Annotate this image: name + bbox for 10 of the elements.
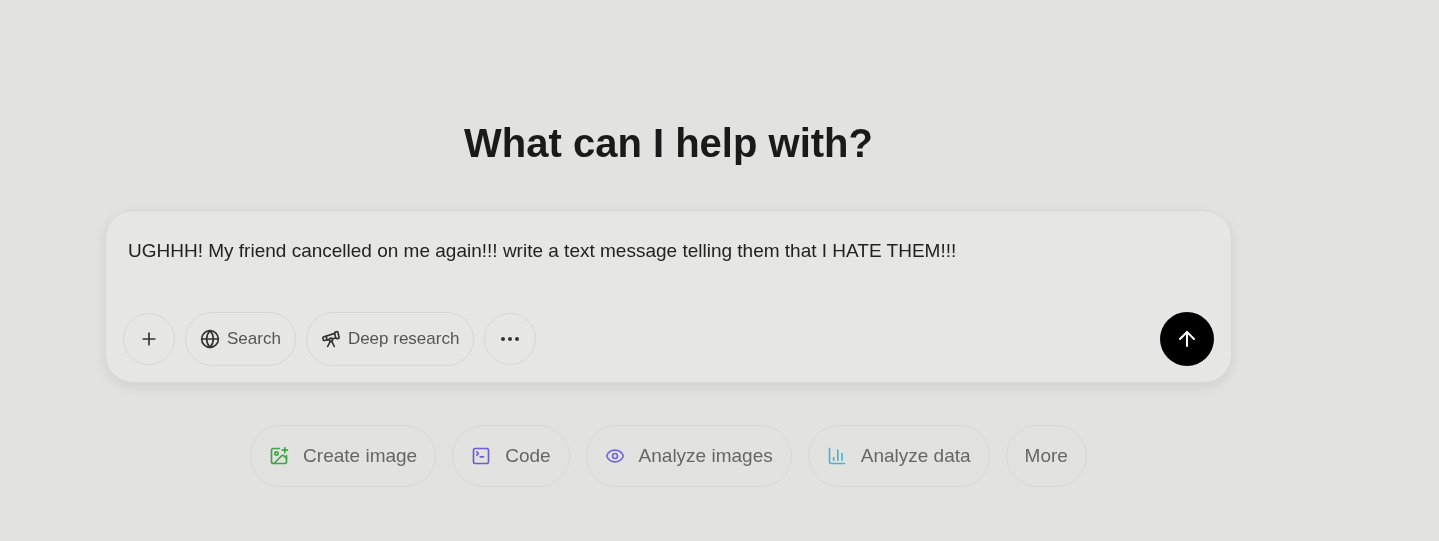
telescope-icon <box>320 329 341 349</box>
ellipsis-icon <box>501 337 520 341</box>
chart-icon <box>826 446 847 466</box>
heading: What can I help with? <box>464 120 873 167</box>
send-button[interactable] <box>1160 312 1214 366</box>
image-icon <box>269 446 290 466</box>
message-input[interactable]: UGHHH! My friend cancelled on me again!!! write a text message telling them that I HATE THEM!!! <box>123 237 1214 266</box>
globe-icon <box>200 329 220 349</box>
terminal-icon <box>471 446 492 466</box>
eye-icon <box>604 446 625 466</box>
